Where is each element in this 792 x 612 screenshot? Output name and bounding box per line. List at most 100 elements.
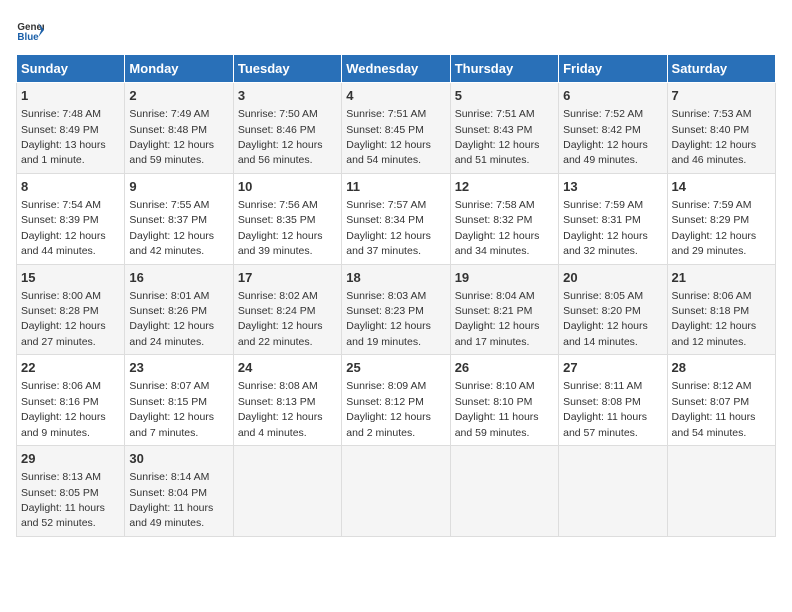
day-number: 13 (563, 178, 662, 196)
sunset-text: Sunset: 8:42 PM (563, 124, 641, 136)
sunset-text: Sunset: 8:45 PM (346, 124, 424, 136)
calendar-week-3: 15 Sunrise: 8:00 AM Sunset: 8:28 PM Dayl… (17, 264, 776, 355)
daylight-text: Daylight: 12 hours and 2 minutes. (346, 411, 431, 438)
logo: General Blue (16, 16, 44, 44)
daylight-text: Daylight: 12 hours and 12 minutes. (672, 320, 757, 347)
day-number: 16 (129, 269, 228, 287)
day-number: 24 (238, 359, 337, 377)
calendar-body: 1 Sunrise: 7:48 AM Sunset: 8:49 PM Dayli… (17, 83, 776, 537)
header-day-thursday: Thursday (450, 55, 558, 83)
daylight-text: Daylight: 12 hours and 49 minutes. (563, 139, 648, 166)
daylight-text: Daylight: 12 hours and 24 minutes. (129, 320, 214, 347)
daylight-text: Daylight: 11 hours and 49 minutes. (129, 502, 213, 529)
sunset-text: Sunset: 8:08 PM (563, 396, 641, 408)
calendar-cell: 10 Sunrise: 7:56 AM Sunset: 8:35 PM Dayl… (233, 173, 341, 264)
day-number: 23 (129, 359, 228, 377)
sunset-text: Sunset: 8:34 PM (346, 214, 424, 226)
daylight-text: Daylight: 11 hours and 59 minutes. (455, 411, 539, 438)
daylight-text: Daylight: 12 hours and 54 minutes. (346, 139, 431, 166)
sunset-text: Sunset: 8:40 PM (672, 124, 750, 136)
sunset-text: Sunset: 8:20 PM (563, 305, 641, 317)
sunrise-text: Sunrise: 8:06 AM (21, 380, 101, 392)
day-number: 17 (238, 269, 337, 287)
sunset-text: Sunset: 8:26 PM (129, 305, 207, 317)
sunrise-text: Sunrise: 8:06 AM (672, 290, 752, 302)
daylight-text: Daylight: 12 hours and 59 minutes. (129, 139, 214, 166)
day-number: 20 (563, 269, 662, 287)
sunset-text: Sunset: 8:28 PM (21, 305, 99, 317)
sunset-text: Sunset: 8:05 PM (21, 487, 99, 499)
calendar-week-4: 22 Sunrise: 8:06 AM Sunset: 8:16 PM Dayl… (17, 355, 776, 446)
sunset-text: Sunset: 8:18 PM (672, 305, 750, 317)
sunset-text: Sunset: 8:24 PM (238, 305, 316, 317)
calendar-cell: 27 Sunrise: 8:11 AM Sunset: 8:08 PM Dayl… (559, 355, 667, 446)
sunset-text: Sunset: 8:32 PM (455, 214, 533, 226)
sunset-text: Sunset: 8:35 PM (238, 214, 316, 226)
day-number: 19 (455, 269, 554, 287)
sunset-text: Sunset: 8:04 PM (129, 487, 207, 499)
sunrise-text: Sunrise: 8:03 AM (346, 290, 426, 302)
sunrise-text: Sunrise: 7:49 AM (129, 108, 209, 120)
daylight-text: Daylight: 11 hours and 54 minutes. (672, 411, 756, 438)
daylight-text: Daylight: 12 hours and 14 minutes. (563, 320, 648, 347)
sunrise-text: Sunrise: 7:59 AM (672, 199, 752, 211)
day-number: 3 (238, 87, 337, 105)
day-number: 4 (346, 87, 445, 105)
calendar-cell (342, 446, 450, 537)
day-number: 5 (455, 87, 554, 105)
sunrise-text: Sunrise: 7:58 AM (455, 199, 535, 211)
sunset-text: Sunset: 8:10 PM (455, 396, 533, 408)
sunset-text: Sunset: 8:13 PM (238, 396, 316, 408)
daylight-text: Daylight: 12 hours and 27 minutes. (21, 320, 106, 347)
sunrise-text: Sunrise: 7:59 AM (563, 199, 643, 211)
day-number: 2 (129, 87, 228, 105)
calendar-header: SundayMondayTuesdayWednesdayThursdayFrid… (17, 55, 776, 83)
sunrise-text: Sunrise: 7:48 AM (21, 108, 101, 120)
calendar-cell: 30 Sunrise: 8:14 AM Sunset: 8:04 PM Dayl… (125, 446, 233, 537)
day-number: 12 (455, 178, 554, 196)
sunset-text: Sunset: 8:12 PM (346, 396, 424, 408)
header-day-tuesday: Tuesday (233, 55, 341, 83)
header-day-friday: Friday (559, 55, 667, 83)
sunset-text: Sunset: 8:23 PM (346, 305, 424, 317)
day-number: 6 (563, 87, 662, 105)
day-number: 11 (346, 178, 445, 196)
svg-text:Blue: Blue (17, 32, 39, 43)
day-number: 1 (21, 87, 120, 105)
sunset-text: Sunset: 8:37 PM (129, 214, 207, 226)
calendar-cell (667, 446, 775, 537)
calendar-cell: 17 Sunrise: 8:02 AM Sunset: 8:24 PM Dayl… (233, 264, 341, 355)
daylight-text: Daylight: 12 hours and 29 minutes. (672, 230, 757, 257)
day-number: 21 (672, 269, 771, 287)
daylight-text: Daylight: 12 hours and 42 minutes. (129, 230, 214, 257)
sunset-text: Sunset: 8:49 PM (21, 124, 99, 136)
calendar-cell: 22 Sunrise: 8:06 AM Sunset: 8:16 PM Dayl… (17, 355, 125, 446)
daylight-text: Daylight: 12 hours and 46 minutes. (672, 139, 757, 166)
calendar-cell: 4 Sunrise: 7:51 AM Sunset: 8:45 PM Dayli… (342, 83, 450, 174)
daylight-text: Daylight: 12 hours and 37 minutes. (346, 230, 431, 257)
day-number: 27 (563, 359, 662, 377)
daylight-text: Daylight: 11 hours and 52 minutes. (21, 502, 105, 529)
calendar-cell: 11 Sunrise: 7:57 AM Sunset: 8:34 PM Dayl… (342, 173, 450, 264)
day-number: 9 (129, 178, 228, 196)
sunrise-text: Sunrise: 7:55 AM (129, 199, 209, 211)
logo-icon: General Blue (16, 16, 44, 44)
sunrise-text: Sunrise: 8:08 AM (238, 380, 318, 392)
sunset-text: Sunset: 8:48 PM (129, 124, 207, 136)
daylight-text: Daylight: 13 hours and 1 minute. (21, 139, 106, 166)
calendar-cell (233, 446, 341, 537)
calendar-cell: 20 Sunrise: 8:05 AM Sunset: 8:20 PM Dayl… (559, 264, 667, 355)
sunrise-text: Sunrise: 8:11 AM (563, 380, 642, 392)
sunset-text: Sunset: 8:21 PM (455, 305, 533, 317)
calendar-cell (450, 446, 558, 537)
sunrise-text: Sunrise: 8:09 AM (346, 380, 426, 392)
day-number: 25 (346, 359, 445, 377)
daylight-text: Daylight: 12 hours and 9 minutes. (21, 411, 106, 438)
calendar-week-2: 8 Sunrise: 7:54 AM Sunset: 8:39 PM Dayli… (17, 173, 776, 264)
calendar-cell: 21 Sunrise: 8:06 AM Sunset: 8:18 PM Dayl… (667, 264, 775, 355)
calendar-cell: 7 Sunrise: 7:53 AM Sunset: 8:40 PM Dayli… (667, 83, 775, 174)
day-number: 28 (672, 359, 771, 377)
calendar-cell: 23 Sunrise: 8:07 AM Sunset: 8:15 PM Dayl… (125, 355, 233, 446)
calendar-cell: 12 Sunrise: 7:58 AM Sunset: 8:32 PM Dayl… (450, 173, 558, 264)
daylight-text: Daylight: 12 hours and 22 minutes. (238, 320, 323, 347)
